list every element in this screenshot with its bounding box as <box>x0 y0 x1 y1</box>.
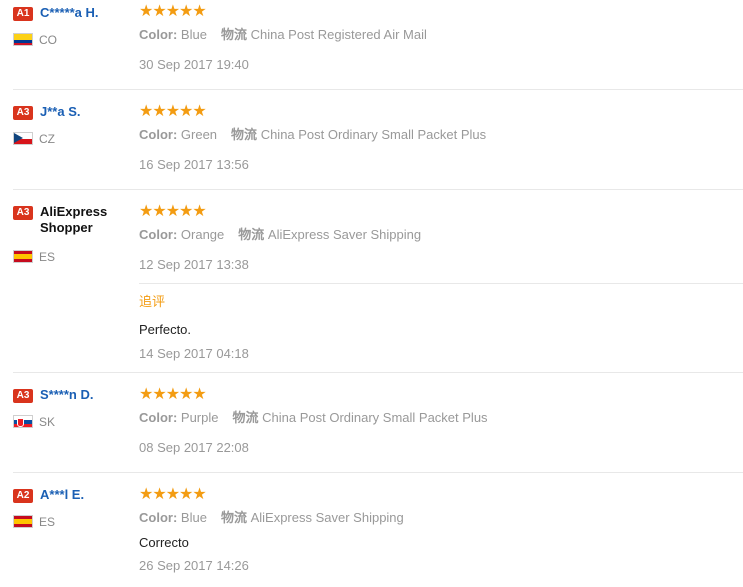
logistics-value: AliExpress Saver Shipping <box>250 510 404 525</box>
logistics-value: AliExpress Saver Shipping <box>267 227 422 242</box>
divider <box>13 89 743 90</box>
divider <box>13 189 743 190</box>
spain-flag-icon <box>13 515 33 528</box>
buyer-level-badge: A3 <box>13 389 33 403</box>
logistics-label: 物流 <box>220 510 247 525</box>
color-label: Color: <box>139 127 178 142</box>
czech-flag-icon <box>13 132 33 145</box>
followup-text: Perfecto. <box>139 322 192 337</box>
logistics-label: 物流 <box>231 127 258 142</box>
divider <box>13 472 743 473</box>
star-rating: ★★★★★ <box>139 3 207 20</box>
buyer-level-badge: A1 <box>13 7 33 21</box>
color-label: Color: <box>139 27 178 42</box>
slovakia-flag-icon <box>13 415 33 428</box>
buyer-name: J**a S. <box>40 104 81 119</box>
review-attributes: Color: Blue 物流 China Post Registered Air … <box>139 27 427 43</box>
review-date: 08 Sep 2017 22:08 <box>139 440 249 455</box>
color-value: Purple <box>180 410 219 425</box>
buyer-level-badge: A3 <box>13 206 33 220</box>
logistics-label: 物流 <box>238 227 265 242</box>
buyer-country: ES <box>39 515 56 529</box>
review-attributes: Color: Purple 物流 China Post Ordinary Smal… <box>139 410 488 426</box>
color-value: Orange <box>180 227 225 242</box>
buyer-name: C*****a H. <box>40 5 99 20</box>
spain-flag-icon <box>13 250 33 263</box>
color-label: Color: <box>139 510 178 525</box>
logistics-value: China Post Registered Air Mail <box>250 27 427 42</box>
followup-divider <box>139 283 743 284</box>
review-date: 30 Sep 2017 19:40 <box>139 57 249 72</box>
color-label: Color: <box>139 227 178 242</box>
buyer-level-badge: A3 <box>13 106 33 120</box>
review-attributes: Color: Orange 物流 AliExpress Saver Shippin… <box>139 227 421 243</box>
color-value: Blue <box>180 27 207 42</box>
star-rating: ★★★★★ <box>139 203 207 220</box>
buyer-country: SK <box>39 415 56 429</box>
color-value: Green <box>180 127 218 142</box>
star-rating: ★★★★★ <box>139 486 207 503</box>
buyer-country: CZ <box>39 132 55 146</box>
review-date: 16 Sep 2017 13:56 <box>139 157 249 172</box>
buyer-level-badge: A2 <box>13 489 33 503</box>
logistics-value: China Post Ordinary Small Packet Plus <box>262 410 488 425</box>
review-attributes: Color: Green 物流 China Post Ordinary Small… <box>139 127 486 143</box>
divider <box>13 372 743 373</box>
star-rating: ★★★★★ <box>139 103 207 120</box>
review-text: Correcto <box>139 535 189 550</box>
logistics-value: China Post Ordinary Small Packet Plus <box>260 127 487 142</box>
color-label: Color: <box>139 410 178 425</box>
review-attributes: Color: Blue 物流 AliExpress Saver Shipping <box>139 510 404 526</box>
buyer-country: CO <box>39 33 57 47</box>
logistics-label: 物流 <box>220 27 247 42</box>
buyer-country: ES <box>39 250 56 264</box>
buyer-name: AliExpress Shopper <box>40 204 108 235</box>
colombia-flag-icon <box>13 33 33 46</box>
star-rating: ★★★★★ <box>139 386 207 403</box>
review-date: 26 Sep 2017 14:26 <box>139 558 249 573</box>
color-value: Blue <box>180 510 207 525</box>
buyer-name: A***l E. <box>40 487 85 502</box>
review-date: 12 Sep 2017 13:38 <box>139 257 249 272</box>
followup-label: 追评 <box>139 294 166 309</box>
logistics-label: 物流 <box>232 410 259 425</box>
followup-date: 14 Sep 2017 04:18 <box>139 346 249 361</box>
buyer-name: S****n D. <box>40 387 94 402</box>
